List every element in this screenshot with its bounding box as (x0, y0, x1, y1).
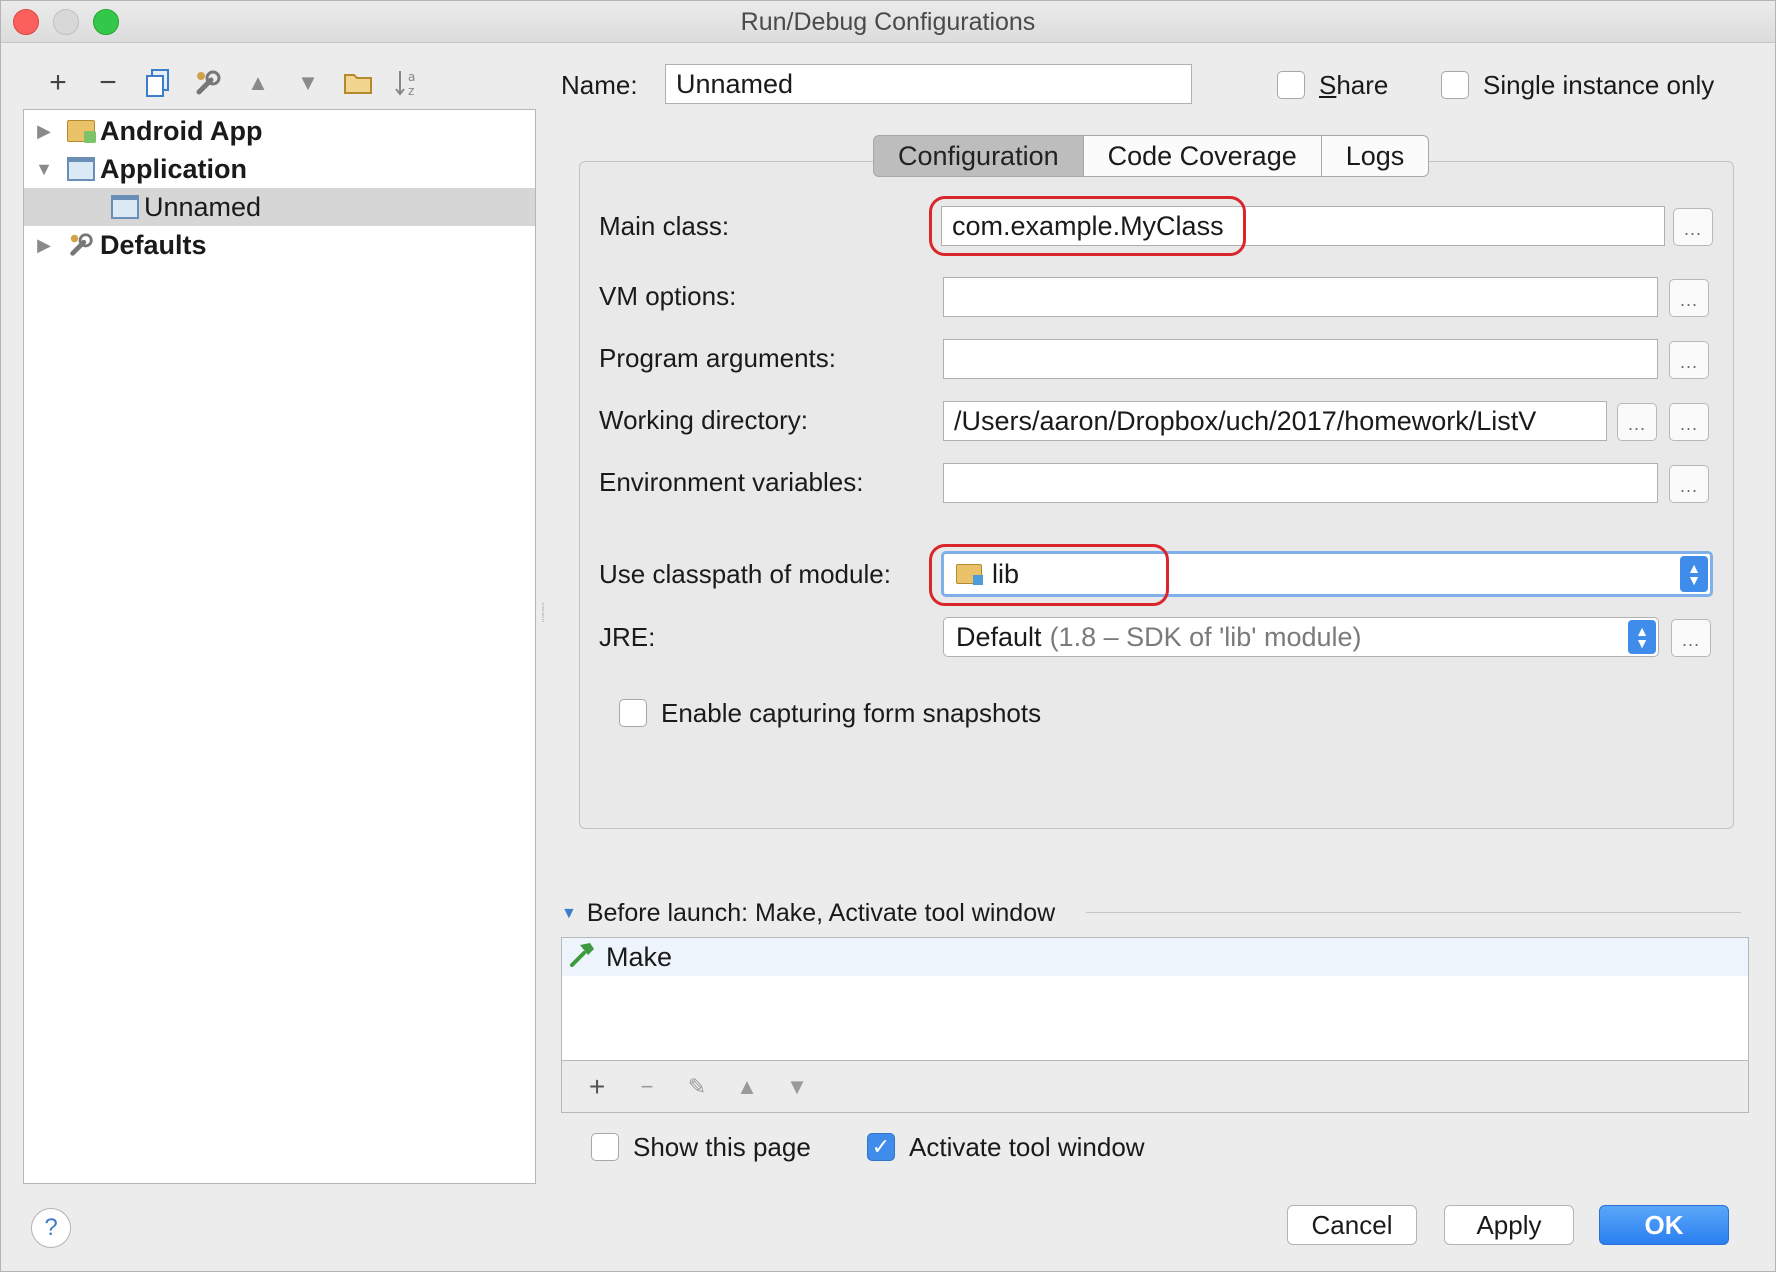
tab-configuration[interactable]: Configuration (873, 135, 1084, 177)
before-launch-title: Before launch: Make, Activate tool windo… (586, 899, 1056, 927)
vm-options-expand-button[interactable]: ... (1669, 279, 1709, 317)
tree-item-label: Defaults (100, 229, 207, 260)
environment-variables-label: Environment variables: (599, 467, 864, 497)
add-task-button[interactable]: + (572, 1071, 622, 1103)
title-bar: Run/Debug Configurations (1, 1, 1775, 43)
application-icon (108, 193, 142, 221)
expand-arrow-icon[interactable]: ▶ (24, 235, 64, 256)
select-arrows-icon: ▲ ▼ (1680, 556, 1708, 592)
run-debug-dialog: Run/Debug Configurations + − ▲ ▼ a z ▶ A… (0, 0, 1776, 1272)
before-launch-header[interactable]: ▼ Before launch: Make, Activate tool win… (561, 899, 1055, 928)
tab-logs[interactable]: Logs (1321, 135, 1430, 177)
environment-variables-field[interactable] (943, 463, 1658, 503)
edit-task-button[interactable]: ✎ (672, 1074, 722, 1100)
name-label: Name: (561, 70, 638, 100)
working-directory-macro-button[interactable]: ... (1669, 403, 1709, 441)
hammer-icon (568, 941, 596, 974)
splitter-handle[interactable]: ⁞ ⁞ ⁞ (539, 603, 547, 635)
edit-defaults-button[interactable] (183, 65, 233, 101)
working-directory-field[interactable]: /Users/aaron/Dropbox/uch/2017/homework/L… (943, 401, 1607, 441)
single-instance-checkbox[interactable] (1441, 71, 1469, 99)
environment-variables-edit-button[interactable]: ... (1669, 465, 1709, 503)
expand-arrow-icon[interactable]: ▶ (24, 121, 64, 142)
program-arguments-label: Program arguments: (599, 343, 836, 373)
main-class-label: Main class: (599, 211, 730, 241)
list-item-label: Make (606, 941, 673, 972)
before-launch-list[interactable]: Make (561, 937, 1749, 1061)
move-task-down-button[interactable]: ▼ (772, 1074, 822, 1100)
cancel-button[interactable]: Cancel (1287, 1205, 1417, 1245)
divider (1086, 912, 1741, 913)
form-snapshots-checkbox[interactable] (619, 699, 647, 727)
sort-az-icon: a z (395, 70, 415, 98)
sort-button[interactable]: a z (383, 65, 433, 101)
jre-value: Default (956, 621, 1042, 652)
tree-item-label: Unnamed (144, 191, 262, 222)
tree-item-application[interactable]: ▼ Application (24, 150, 535, 188)
copy-config-button[interactable] (133, 65, 183, 101)
vm-options-label: VM options: (599, 281, 737, 311)
collapse-arrow-icon[interactable]: ▼ (24, 159, 64, 180)
move-task-up-button[interactable]: ▲ (722, 1074, 772, 1100)
name-field[interactable]: Unnamed (665, 64, 1192, 104)
activate-tool-window-label: Activate tool window (909, 1132, 1145, 1162)
config-tree[interactable]: ▶ Android App ▼ Application Unnamed ▶ De… (23, 109, 536, 1184)
working-directory-browse-button[interactable]: ... (1617, 403, 1657, 441)
apply-button[interactable]: Apply (1444, 1205, 1574, 1245)
jre-browse-button[interactable]: ... (1671, 619, 1711, 657)
classpath-module-label: Use classpath of module: (599, 559, 891, 589)
single-instance-label: Single instance only (1483, 70, 1715, 100)
ok-button[interactable]: OK (1599, 1205, 1729, 1245)
jre-select[interactable]: Default (1.8 – SDK of 'lib' module) ▲ ▼ (943, 617, 1659, 657)
application-icon (64, 155, 98, 183)
tab-code-coverage[interactable]: Code Coverage (1083, 135, 1322, 177)
window-title: Run/Debug Configurations (740, 8, 1036, 36)
copy-icon (146, 69, 169, 97)
android-folder-icon (64, 117, 98, 145)
classpath-highlight (929, 544, 1169, 606)
main-class-browse-button[interactable]: ... (1673, 208, 1713, 246)
collapse-triangle-icon: ▼ (561, 904, 577, 922)
svg-text:a: a (408, 70, 415, 84)
tree-item-label: Android App (100, 115, 263, 146)
share-checkbox[interactable] (1277, 71, 1305, 99)
main-class-highlight (929, 196, 1246, 256)
jre-label: JRE: (599, 622, 656, 652)
config-tabs: Configuration Code Coverage Logs (873, 135, 1430, 177)
move-down-button[interactable]: ▼ (283, 65, 333, 101)
svg-text:z: z (408, 84, 414, 98)
remove-config-button[interactable]: − (83, 65, 133, 101)
create-folder-button[interactable] (333, 65, 383, 101)
program-arguments-expand-button[interactable]: ... (1669, 341, 1709, 379)
select-arrows-icon: ▲ ▼ (1628, 620, 1656, 654)
wrench-icon (64, 231, 98, 259)
tree-item-unnamed[interactable]: Unnamed (24, 188, 535, 226)
add-config-button[interactable]: + (33, 65, 83, 101)
form-snapshots-label: Enable capturing form snapshots (661, 698, 1042, 728)
list-item[interactable]: Make (562, 938, 1748, 976)
before-launch-toolbar: + − ✎ ▲ ▼ (561, 1061, 1749, 1113)
jre-detail: (1.8 – SDK of 'lib' module) (1049, 621, 1362, 652)
activate-tool-window-checkbox[interactable]: ✓ (867, 1133, 895, 1161)
tree-item-android-app[interactable]: ▶ Android App (24, 112, 535, 150)
working-directory-label: Working directory: (599, 405, 809, 435)
config-toolbar: + − ▲ ▼ a z (33, 65, 433, 101)
tree-item-label: Application (100, 153, 247, 184)
share-label: Share (1319, 70, 1389, 100)
tree-item-defaults[interactable]: ▶ Defaults (24, 226, 535, 264)
program-arguments-field[interactable] (943, 339, 1658, 379)
show-page-checkbox[interactable] (591, 1133, 619, 1161)
show-page-label: Show this page (633, 1132, 811, 1162)
help-button[interactable]: ? (31, 1208, 71, 1248)
move-up-button[interactable]: ▲ (233, 65, 283, 101)
wrench-icon (196, 70, 221, 95)
remove-task-button[interactable]: − (622, 1074, 672, 1100)
folder-icon (344, 74, 372, 94)
vm-options-field[interactable] (943, 277, 1658, 317)
